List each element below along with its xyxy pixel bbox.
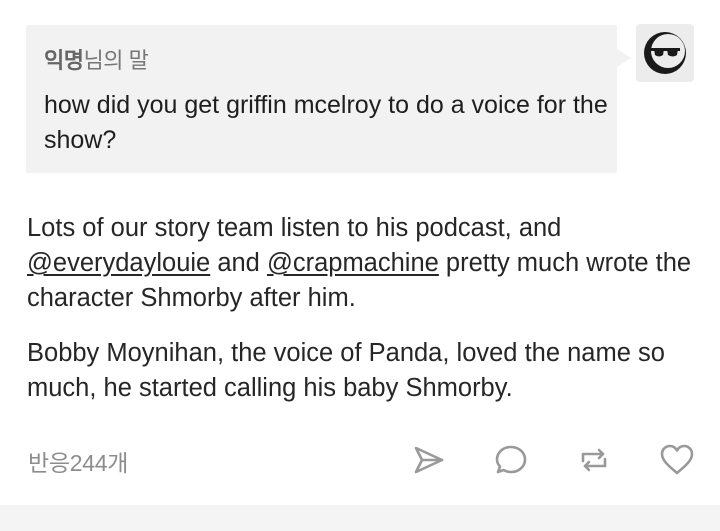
asker-suffix: 님의 말 [83,48,149,73]
like-icon [660,444,694,475]
answer-and: and [210,249,267,277]
like-button[interactable] [657,440,697,480]
question-text: how did you get griffin mcelroy to do a … [44,91,608,154]
reblog-button[interactable] [574,440,614,480]
share-icon [414,446,444,474]
reply-icon [495,445,527,474]
asker-name: 익명 [44,48,84,73]
asker-line: 익명님의 말 [44,43,149,75]
sunglasses-moon-avatar-icon [644,32,686,74]
answer-paragraph-2: Bobby Moynihan, the voice of Panda, love… [27,339,665,402]
mention-crapmachine[interactable]: @crapmachine [267,249,439,277]
avatar[interactable] [636,24,694,82]
bottom-divider [0,505,720,531]
notes-count[interactable]: 반응244개 [28,444,128,478]
answer-body: Lots of our story team listen to his pod… [27,211,707,426]
ask-bubble: 익명님의 말 how did you get griffin mcelroy t… [26,25,631,173]
mention-everydaylouie[interactable]: @everydaylouie [27,249,210,277]
share-button[interactable] [408,440,448,480]
answer-text-a: Lots of our story team listen to his pod… [27,214,562,242]
post-footer: 반응244개 [0,432,720,492]
answer-paragraph-1: Lots of our story team listen to his pod… [27,211,707,316]
reply-button[interactable] [491,440,531,480]
reblog-icon [581,448,607,472]
